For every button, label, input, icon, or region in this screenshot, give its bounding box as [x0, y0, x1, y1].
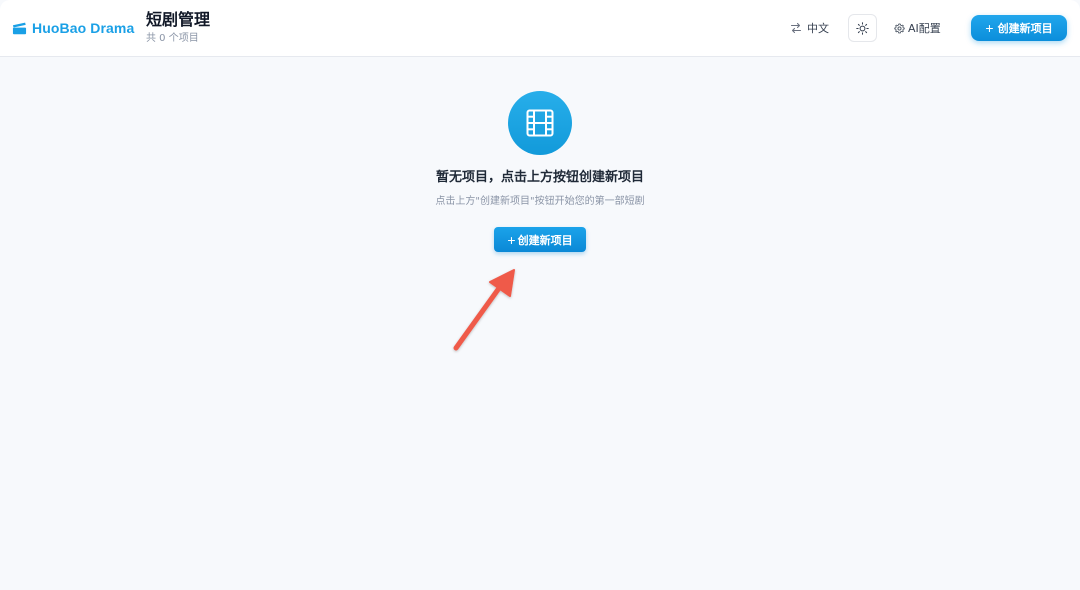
gear-icon	[894, 23, 905, 33]
brand-name: HuoBao Drama	[32, 20, 135, 36]
create-project-button-empty-state[interactable]: + 创建新项目	[494, 227, 586, 252]
annotation-arrow-icon	[453, 269, 515, 351]
theme-toggle-button[interactable]	[848, 14, 877, 42]
app-window: HuoBao Drama 短剧管理 共 0 个项目 中文 AI配置 + 创建新项…	[0, 0, 1080, 590]
language-label: 中文	[807, 22, 829, 35]
ai-config-label: AI配置	[908, 22, 941, 35]
create-project-label: 创建新项目	[997, 23, 1053, 35]
create-project-label: 创建新项目	[517, 234, 573, 247]
page-title: 短剧管理	[146, 10, 211, 29]
translate-icon	[790, 22, 802, 34]
create-project-button-header[interactable]: + 创建新项目	[971, 15, 1067, 41]
sun-icon	[856, 21, 869, 35]
clapperboard-icon	[12, 22, 27, 35]
plus-icon: +	[507, 231, 516, 248]
brand-logo[interactable]: HuoBao Drama	[12, 17, 134, 39]
language-switch-button[interactable]: 中文	[790, 17, 829, 39]
plus-icon: +	[985, 20, 994, 36]
empty-state-description: 点击上方"创建新项目"按钮开始您的第一部短剧	[435, 196, 645, 207]
ai-config-button[interactable]: AI配置	[894, 17, 941, 39]
title-block: 短剧管理 共 0 个项目	[146, 9, 210, 46]
project-count: 共 0 个项目	[146, 33, 199, 44]
top-header: HuoBao Drama 短剧管理 共 0 个项目 中文 AI配置 + 创建新项…	[0, 0, 1080, 57]
empty-state-title: 暂无项目，点击上方按钮创建新项目	[435, 170, 644, 185]
film-icon	[526, 109, 554, 137]
empty-state-illustration	[508, 91, 572, 155]
